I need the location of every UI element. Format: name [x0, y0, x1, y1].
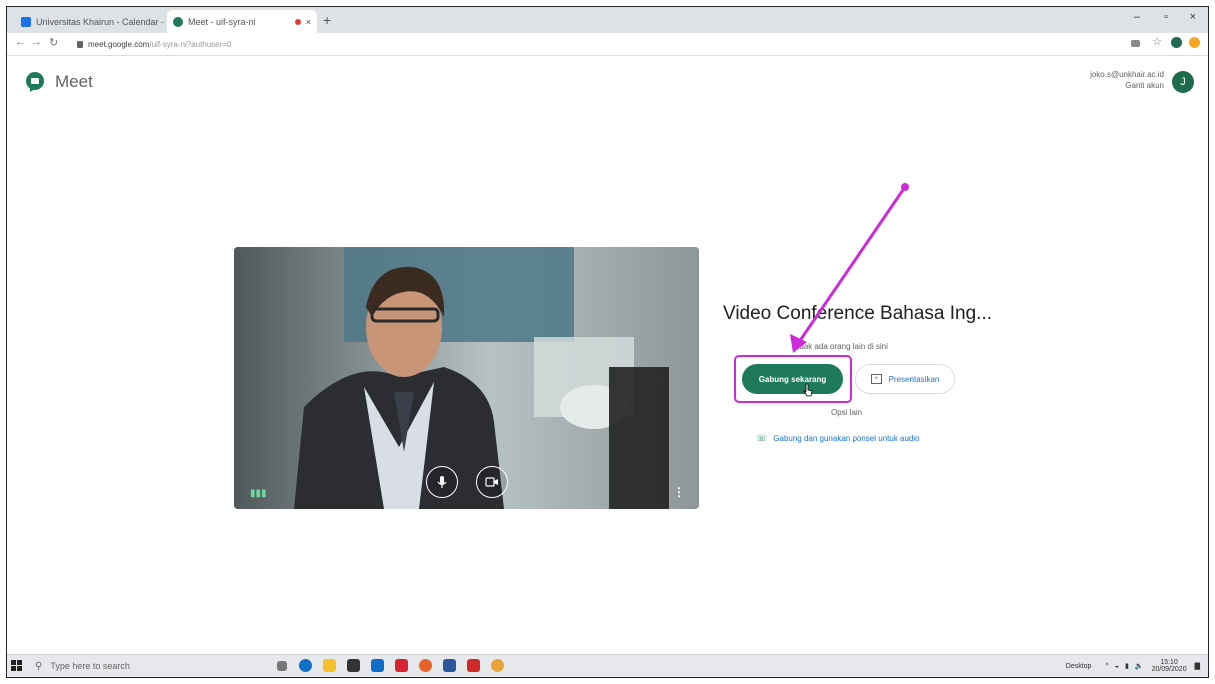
- taskbar-search[interactable]: ⚲ Type here to search: [35, 657, 255, 675]
- present-button[interactable]: + Presentasikan: [855, 364, 955, 394]
- reload-icon[interactable]: ↻: [49, 36, 58, 49]
- security-app-icon[interactable]: [395, 659, 408, 672]
- url-host: meet.google.com: [88, 39, 150, 49]
- new-tab-button[interactable]: +: [323, 12, 331, 28]
- tab-meet[interactable]: Meet - uif-syra-ni ×: [167, 10, 317, 33]
- star-icon[interactable]: ☆: [1152, 35, 1162, 48]
- chrome-icon[interactable]: [491, 659, 504, 672]
- search-placeholder: Type here to search: [50, 661, 130, 671]
- tab-label: Meet - uif-syra-ni: [188, 16, 256, 27]
- firefox-icon[interactable]: [419, 659, 432, 672]
- video-camera-icon: [485, 477, 498, 487]
- video-preview: ▮▮▮ ⋮: [234, 247, 699, 509]
- phone-audio-link[interactable]: ☏ Gabung dan gunakan ponsel untuk audio: [756, 433, 920, 444]
- calendar-icon: [21, 16, 31, 27]
- close-tab-icon[interactable]: ×: [164, 17, 165, 27]
- account-info: joko.s@unkhair.ac.id Ganti akun: [1090, 69, 1164, 91]
- navigation-bar: ← → ↻ meet.google.com /uif-syra-ni?authu…: [7, 33, 1208, 56]
- system-tray: Desktop ^ ◒ ▮ 🔈 15:10 20/09/2020 ▇: [1066, 659, 1200, 673]
- avatar[interactable]: J: [1172, 71, 1194, 93]
- clock[interactable]: 15:10 20/09/2020: [1152, 659, 1187, 673]
- phone-audio-label: Gabung dan gunakan ponsel untuk audio: [773, 434, 920, 443]
- acrobat-icon[interactable]: [467, 659, 480, 672]
- audio-level-icon: ▮▮▮: [250, 488, 267, 499]
- url-path: /uif-syra-ni?authuser=0: [149, 39, 232, 49]
- other-options-label: Opsi lain: [831, 408, 863, 417]
- address-bar[interactable]: meet.google.com /uif-syra-ni?authuser=0: [77, 36, 1097, 52]
- microphone-button[interactable]: [426, 466, 458, 498]
- profile-icon[interactable]: [1171, 37, 1182, 48]
- camera-button[interactable]: [476, 466, 508, 498]
- extension-icon[interactable]: [1189, 37, 1200, 48]
- time-text: 15:10: [1160, 659, 1178, 666]
- more-options-icon[interactable]: ⋮: [673, 485, 685, 499]
- task-view-icon[interactable]: [277, 661, 287, 671]
- tab-calendar[interactable]: Universitas Khairun - Calendar - ×: [15, 10, 165, 33]
- windows-taskbar: ⚲ Type here to search Desktop ^ ◒ ▮ 🔈 15…: [7, 654, 1208, 677]
- tab-strip: Universitas Khairun - Calendar - × Meet …: [7, 7, 1208, 33]
- phone-icon: ☏: [756, 433, 768, 443]
- date-text: 20/09/2020: [1151, 666, 1187, 673]
- close-window-button[interactable]: ×: [1190, 11, 1196, 23]
- lock-icon: [77, 40, 83, 48]
- windows-start-icon[interactable]: [11, 660, 22, 671]
- meet-icon: [173, 16, 183, 27]
- account-email: joko.s@unkhair.ac.id: [1090, 70, 1164, 79]
- camera-image: [234, 247, 699, 509]
- file-explorer-icon[interactable]: [323, 659, 336, 672]
- minimize-button[interactable]: –: [1134, 11, 1140, 23]
- switch-account-link[interactable]: Ganti akun: [1090, 80, 1164, 91]
- close-tab-icon[interactable]: ×: [306, 17, 311, 27]
- join-now-button[interactable]: Gabung sekarang: [742, 364, 843, 394]
- network-icon[interactable]: ◒: [1115, 663, 1119, 670]
- present-label: Presentasikan: [888, 374, 940, 384]
- tray-overflow-icon[interactable]: ^: [1105, 663, 1108, 670]
- search-icon: ⚲: [35, 660, 43, 672]
- brand-name: Meet: [55, 72, 93, 91]
- edge-icon[interactable]: [299, 659, 312, 672]
- recording-dot-icon: [294, 18, 301, 25]
- tab-label: Universitas Khairun - Calendar -: [36, 16, 165, 27]
- back-icon[interactable]: ←: [15, 36, 26, 48]
- hand-cursor-icon: [803, 383, 813, 397]
- forward-icon[interactable]: →: [31, 36, 42, 48]
- participants-status: Tidak ada orang lain di sini: [793, 342, 888, 351]
- mail-icon[interactable]: [371, 659, 384, 672]
- present-screen-icon: +: [870, 374, 882, 384]
- meet-logo-icon: [26, 72, 44, 92]
- store-icon[interactable]: [347, 659, 360, 672]
- browser-window: Universitas Khairun - Calendar - × Meet …: [6, 6, 1209, 678]
- restore-button[interactable]: ▫: [1164, 11, 1168, 23]
- camera-indicator-icon[interactable]: [1131, 40, 1140, 47]
- notification-icon[interactable]: ▇: [1195, 662, 1200, 670]
- meeting-title: Video Conference Bahasa Ing...: [723, 303, 993, 324]
- word-icon[interactable]: [443, 659, 456, 672]
- desktop-toolbar-label[interactable]: Desktop: [1066, 663, 1092, 670]
- volume-icon[interactable]: 🔈: [1135, 662, 1144, 670]
- microphone-icon: [437, 476, 447, 488]
- battery-icon[interactable]: ▮: [1125, 662, 1129, 670]
